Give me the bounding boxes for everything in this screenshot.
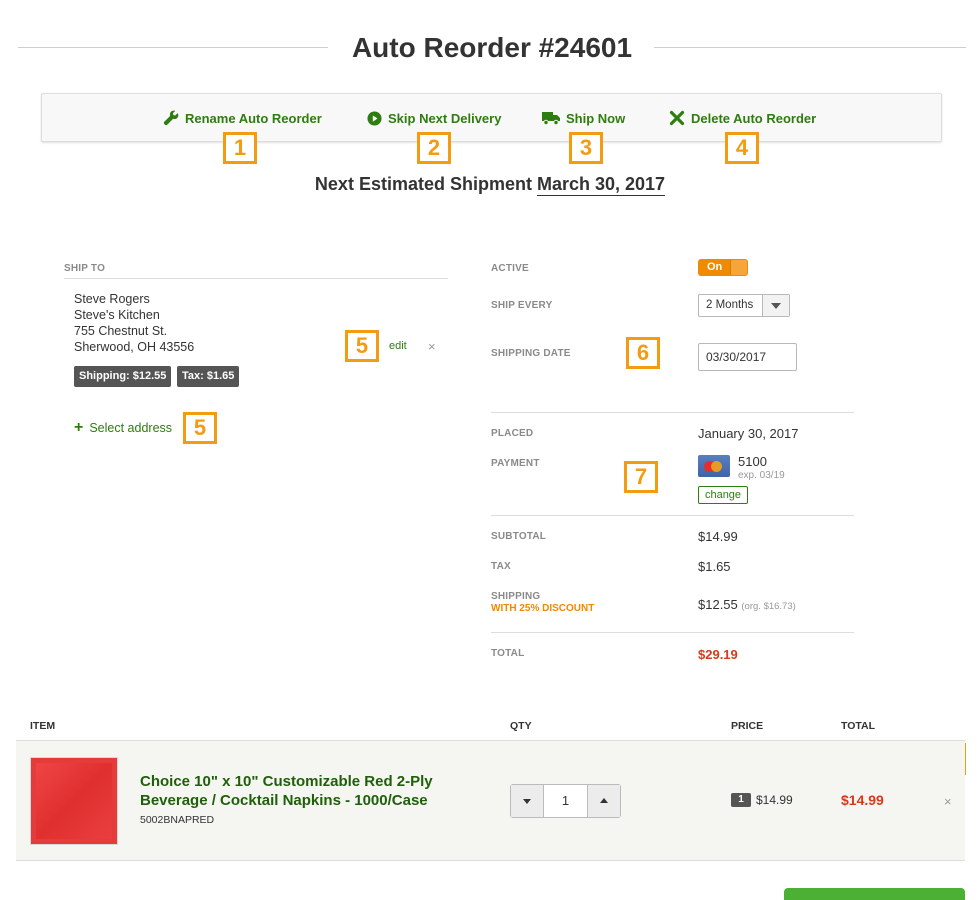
- action-bar: Rename Auto Reorder Skip Next Delivery S…: [41, 93, 942, 142]
- shipping-value-group: $12.55 (org. $16.73): [698, 597, 796, 612]
- address-name: Steve Rogers: [74, 292, 150, 306]
- title-divider-right: [654, 47, 966, 48]
- next-shipment-label: Next Estimated Shipment: [314, 174, 532, 194]
- toggle-knob: [730, 260, 747, 275]
- truck-icon: [542, 112, 560, 125]
- select-address-label: Select address: [89, 421, 173, 435]
- ship-to-divider: [64, 278, 448, 279]
- column-header-item: ITEM: [30, 720, 56, 732]
- plus-icon: +: [74, 419, 84, 436]
- ship-every-label: SHIP EVERY: [491, 300, 553, 311]
- play-circle-icon: [367, 110, 382, 126]
- total-divider: [491, 632, 854, 633]
- tax-value: $1.65: [698, 559, 731, 574]
- rename-auto-reorder-button[interactable]: Rename Auto Reorder: [163, 109, 322, 127]
- quantity-increase-button[interactable]: [587, 785, 620, 817]
- ship-to-label: SHIP TO: [64, 263, 106, 274]
- skip-next-delivery-label: Skip Next Delivery: [388, 110, 502, 126]
- annotation-badge-6: 6: [626, 337, 660, 369]
- tax-tag: Tax: $1.65: [177, 366, 240, 387]
- rename-auto-reorder-label: Rename Auto Reorder: [185, 110, 322, 126]
- next-shipment-date[interactable]: March 30, 2017: [536, 174, 666, 196]
- product-name-link[interactable]: Choice 10" x 10" Customizable Red 2-Ply …: [140, 772, 480, 810]
- chevron-down-icon: [771, 303, 781, 309]
- change-payment-button[interactable]: change: [698, 486, 748, 504]
- subtotal-label: SUBTOTAL: [491, 531, 547, 542]
- active-toggle-value: On: [707, 261, 723, 273]
- shipping-discount-note: WITH 25% DISCOUNT: [491, 603, 595, 614]
- delete-auto-reorder-button[interactable]: Delete Auto Reorder: [669, 109, 816, 127]
- placed-value: January 30, 2017: [698, 426, 799, 441]
- active-label: ACTIVE: [491, 263, 529, 274]
- address-company: Steve's Kitchen: [74, 308, 160, 322]
- select-address-link[interactable]: + Select address: [74, 419, 173, 436]
- shipping-date-input[interactable]: 03/30/2017: [698, 343, 797, 371]
- shipping-label: SHIPPING: [491, 591, 541, 602]
- edit-address-link[interactable]: edit: [389, 340, 407, 352]
- column-header-price: PRICE: [731, 720, 764, 732]
- line-total: $14.99: [841, 792, 884, 808]
- subtotal-value: $14.99: [698, 529, 738, 544]
- primary-action-button[interactable]: [784, 888, 965, 900]
- ship-every-select[interactable]: 2 Months: [698, 294, 790, 317]
- quantity-decrease-button[interactable]: [511, 785, 544, 817]
- ship-every-value: 2 Months: [706, 299, 754, 311]
- annotation-badge-2: 2: [417, 132, 451, 164]
- annotation-badge-3: 3: [569, 132, 603, 164]
- ship-now-label: Ship Now: [566, 110, 626, 126]
- product-sku: 5002BNAPRED: [140, 814, 215, 826]
- annotation-badge-1: 1: [223, 132, 257, 164]
- wrench-icon: [163, 110, 179, 126]
- skip-next-delivery-button[interactable]: Skip Next Delivery: [367, 109, 501, 127]
- quantity-input[interactable]: 1: [544, 785, 587, 817]
- delete-auto-reorder-label: Delete Auto Reorder: [691, 110, 817, 126]
- placed-label: PLACED: [491, 428, 534, 439]
- remove-address-button[interactable]: ×: [428, 340, 436, 353]
- ship-every-dropdown-button[interactable]: [762, 295, 789, 316]
- column-header-total: TOTAL: [841, 720, 876, 732]
- x-icon: [669, 110, 685, 126]
- price-quantity-badge: 1: [731, 793, 751, 807]
- caret-up-icon: [600, 798, 608, 803]
- shipping-value: $12.55: [698, 597, 738, 612]
- shipping-original-price: (org. $16.73): [741, 601, 796, 612]
- active-toggle[interactable]: On: [698, 259, 748, 276]
- payment-divider: [491, 515, 854, 516]
- unit-price: $14.99: [756, 793, 793, 807]
- payment-label: PAYMENT: [491, 458, 540, 469]
- total-label: TOTAL: [491, 648, 525, 659]
- tax-label: TAX: [491, 561, 511, 572]
- shipping-cost-tag: Shipping: $12.55: [74, 366, 172, 387]
- annotation-badge-4: 4: [725, 132, 759, 164]
- annotation-badge-7: 7: [624, 461, 658, 493]
- title-row: Auto Reorder #24601: [18, 30, 966, 66]
- order-total-value: $29.19: [698, 647, 738, 662]
- quantity-stepper: 1: [510, 784, 621, 818]
- next-estimated-shipment: Next Estimated Shipment March 30, 2017: [0, 174, 980, 196]
- credit-card-icon: [698, 455, 730, 477]
- address-street: 755 Chestnut St.: [74, 324, 168, 338]
- page-title: Auto Reorder #24601: [351, 32, 633, 63]
- caret-down-icon: [523, 799, 531, 804]
- shipping-date-label: SHIPPING DATE: [491, 348, 571, 359]
- ship-now-button[interactable]: Ship Now: [542, 109, 625, 127]
- column-header-qty: QTY: [510, 720, 532, 732]
- annotation-badge-5-edit: 5: [345, 330, 379, 362]
- address-city: Sherwood, OH 43556: [74, 340, 195, 354]
- settings-divider: [491, 412, 854, 413]
- remove-item-button[interactable]: ×: [944, 795, 952, 808]
- product-image[interactable]: [30, 757, 118, 845]
- card-last4: 5100: [738, 454, 767, 469]
- card-expiration: exp. 03/19: [738, 470, 785, 481]
- annotation-badge-5-select: 5: [183, 412, 217, 444]
